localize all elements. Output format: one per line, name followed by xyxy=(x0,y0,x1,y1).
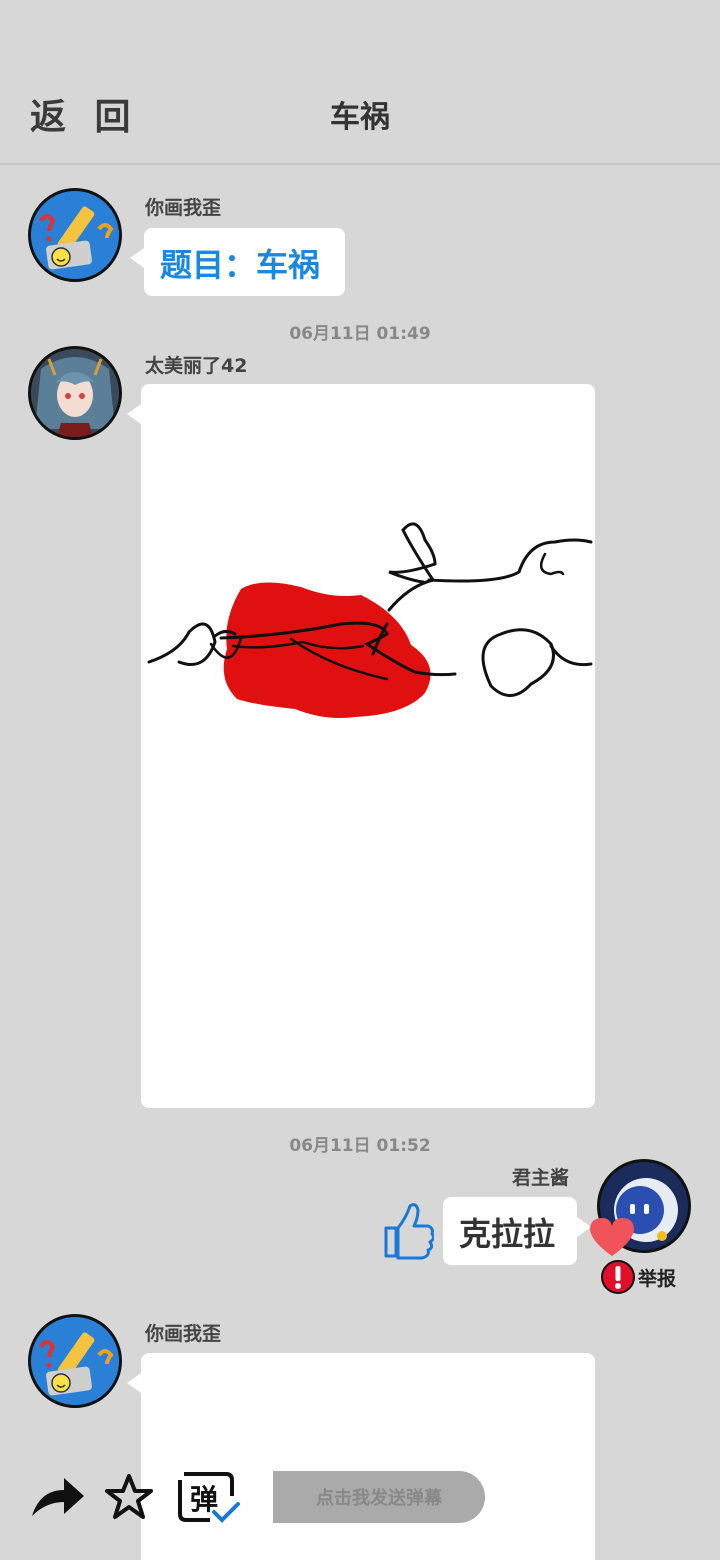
heart-icon[interactable] xyxy=(588,1216,636,1262)
sender-name: 你画我歪 xyxy=(145,1323,222,1345)
top-bar: 返 回 车祸 xyxy=(0,0,720,165)
avatar[interactable] xyxy=(28,346,122,440)
drawing-canvas xyxy=(147,522,593,718)
sender-name: 你画我歪 xyxy=(145,197,222,219)
topic-text: 题目：车祸 xyxy=(160,246,321,284)
page-title: 车祸 xyxy=(330,100,390,135)
danmu-toggle-icon[interactable]: 弹 xyxy=(176,1470,242,1524)
answer-text: 克拉拉 xyxy=(459,1215,556,1253)
report-button[interactable]: 举报 xyxy=(600,1259,676,1295)
avatar[interactable] xyxy=(28,1314,122,1408)
report-label: 举报 xyxy=(638,1267,677,1290)
star-icon[interactable] xyxy=(104,1472,154,1526)
drawing-bubble[interactable] xyxy=(127,384,595,1108)
share-icon[interactable] xyxy=(30,1476,86,1524)
report-icon xyxy=(601,1260,635,1294)
sender-name: 太美丽了42 xyxy=(145,355,248,377)
like-icon[interactable] xyxy=(380,1202,436,1264)
topic-bubble: 题目：车祸 xyxy=(130,228,345,296)
sender-name: 君主酱 xyxy=(512,1167,570,1189)
answer-bubble: 克拉拉 xyxy=(443,1197,591,1265)
drawing-bubble[interactable] xyxy=(127,1353,595,1560)
danmu-glyph: 弹 xyxy=(190,1483,219,1516)
timestamp: 06月11日 01:49 xyxy=(289,324,431,344)
avatar[interactable] xyxy=(28,188,122,282)
timestamp: 06月11日 01:52 xyxy=(289,1136,431,1156)
danmu-input[interactable]: 点击我发送弹幕 xyxy=(273,1471,485,1523)
